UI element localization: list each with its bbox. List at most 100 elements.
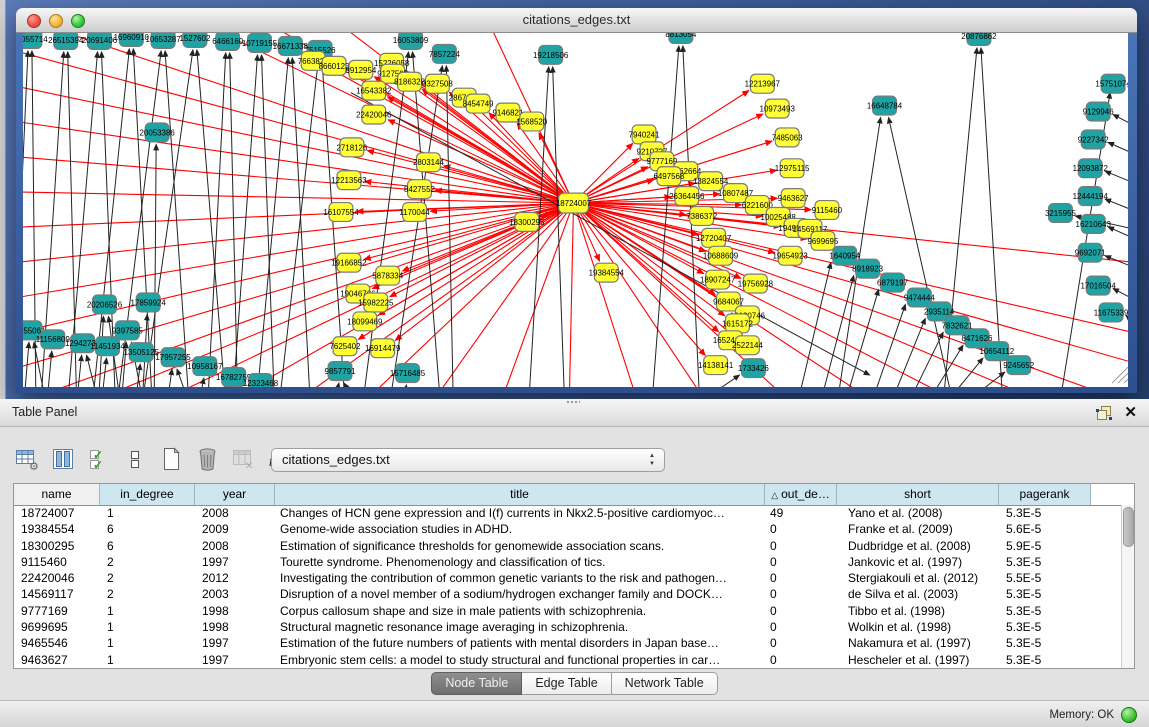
memory-status-light[interactable] [1121,707,1137,723]
table-row[interactable]: 1872400712008Changes of HCN gene express… [14,505,1122,521]
table-scrollbar[interactable] [1121,505,1134,668]
cell-pagerank[interactable]: 5.3E-5 [999,505,1091,521]
cell-year[interactable]: 2009 [195,521,275,537]
cell-pagerank[interactable]: 5.3E-5 [999,652,1091,668]
tab-edge-table[interactable]: Edge Table [522,672,611,695]
cell-name[interactable]: 9699695 [14,619,100,635]
cell-title[interactable]: Investigating the contribution of common… [275,570,765,586]
cell-pagerank[interactable]: 5.3E-5 [999,554,1091,570]
cell-in_degree[interactable]: 1 [100,652,195,668]
cell-name[interactable]: 14569117 [14,586,100,602]
cell-out_degree[interactable]: 0 [765,619,837,635]
cell-year[interactable]: 1998 [195,603,275,619]
cell-short[interactable]: Wolkin et al. (1998) [837,619,999,635]
scrollbar-thumb[interactable] [1123,507,1134,547]
cell-title[interactable]: Estimation of significance thresholds fo… [275,538,765,554]
cell-name[interactable]: 9463627 [14,652,100,668]
cell-year[interactable]: 1997 [195,652,275,668]
cell-title[interactable]: Tourette syndrome. Phenomenology and cla… [275,554,765,570]
canvas-resize-grip-icon[interactable] [1124,379,1128,383]
cell-short[interactable]: Stergiakouli et al. (2012) [837,570,999,586]
cell-name[interactable]: 18300295 [14,538,100,554]
cell-in_degree[interactable]: 1 [100,505,195,521]
cell-in_degree[interactable]: 1 [100,635,195,651]
table-body[interactable]: 1872400712008Changes of HCN gene express… [14,505,1122,668]
cell-out_degree[interactable]: 0 [765,554,837,570]
cell-year[interactable]: 2003 [195,586,275,602]
table-row[interactable]: 1938455462009Genome-wide association stu… [14,521,1122,537]
cell-out_degree[interactable]: 0 [765,652,837,668]
cell-name[interactable]: 19384554 [14,521,100,537]
cell-out_degree[interactable]: 0 [765,635,837,651]
tab-node-table[interactable]: Node Table [431,672,522,695]
cell-short[interactable]: Hescheler et al. (1997) [837,652,999,668]
node-table[interactable]: namein_degreeyeartitle△out_de…shortpager… [13,483,1135,669]
table-settings-icon[interactable]: ⚙ [14,446,41,473]
column-header-in_degree[interactable]: in_degree [100,484,195,505]
cell-title[interactable]: Estimation of the future numbers of pati… [275,635,765,651]
table-row[interactable]: 969969511998Structural magnetic resonanc… [14,619,1122,635]
column-header-pagerank[interactable]: pagerank [999,484,1091,505]
table-row[interactable]: 2242004622012Investigating the contribut… [14,570,1122,586]
cell-out_degree[interactable]: 0 [765,538,837,554]
network-canvas[interactable]: 1405571426515394206914061696091010653287… [23,33,1128,387]
cell-year[interactable]: 1997 [195,554,275,570]
cell-name[interactable]: 22420046 [14,570,100,586]
column-header-short[interactable]: short [837,484,999,505]
cell-short[interactable]: Franke et al. (2009) [837,521,999,537]
table-row[interactable]: 1830029562008Estimation of significance … [14,538,1122,554]
cell-short[interactable]: Dudbridge et al. (2008) [837,538,999,554]
cell-name[interactable]: 9115460 [14,554,100,570]
table-row[interactable]: 911546021997Tourette syndrome. Phenomeno… [14,554,1122,570]
splitter-grip-icon[interactable] [566,400,580,405]
cell-short[interactable]: Yano et al. (2008) [837,505,999,521]
column-visibility-icon[interactable] [50,446,77,473]
cell-title[interactable]: Structural magnetic resonance image aver… [275,619,765,635]
close-panel-icon[interactable]: ✕ [1124,403,1137,421]
float-panel-icon[interactable] [1097,406,1111,419]
network-window-titlebar[interactable]: citations_edges.txt [16,8,1137,33]
cell-in_degree[interactable]: 6 [100,538,195,554]
column-header-name[interactable]: name [14,484,100,505]
cell-title[interactable]: Genome-wide association studies in ADHD. [275,521,765,537]
cell-in_degree[interactable]: 1 [100,603,195,619]
cell-out_degree[interactable]: 0 [765,521,837,537]
cell-in_degree[interactable]: 2 [100,570,195,586]
select-rows-icon[interactable]: ✓✓ [86,446,113,473]
column-header-year[interactable]: year [195,484,275,505]
cell-in_degree[interactable]: 6 [100,521,195,537]
cell-pagerank[interactable]: 5.6E-5 [999,521,1091,537]
cell-pagerank[interactable]: 5.3E-5 [999,619,1091,635]
delete-rows-trash-icon[interactable] [194,446,221,473]
cell-name[interactable]: 9465546 [14,635,100,651]
cell-in_degree[interactable]: 2 [100,586,195,602]
clear-selection-icon[interactable] [122,446,149,473]
new-table-icon[interactable] [158,446,185,473]
cell-pagerank[interactable]: 5.3E-5 [999,603,1091,619]
cell-out_degree[interactable]: 0 [765,586,837,602]
cell-title[interactable]: Corpus callosum shape and size in male p… [275,603,765,619]
citation-network-graph[interactable]: 1405571426515394206914061696091010653287… [23,33,1128,387]
cell-name[interactable]: 18724007 [14,505,100,521]
cell-short[interactable]: de Silva et al. (2003) [837,586,999,602]
column-header-title[interactable]: title [275,484,765,505]
cell-year[interactable]: 2008 [195,505,275,521]
cell-title[interactable]: Embryonic stem cells: a model to study s… [275,652,765,668]
table-row[interactable]: 1456911722003Disruption of a novel membe… [14,586,1122,602]
cell-year[interactable]: 1998 [195,619,275,635]
cell-year[interactable]: 2012 [195,570,275,586]
cell-in_degree[interactable]: 1 [100,619,195,635]
cell-pagerank[interactable]: 5.3E-5 [999,586,1091,602]
cell-title[interactable]: Changes of HCN gene expression and I(f) … [275,505,765,521]
table-row[interactable]: 946554611997Estimation of the future num… [14,635,1122,651]
cell-out_degree[interactable]: 0 [765,603,837,619]
cell-year[interactable]: 1997 [195,635,275,651]
cell-pagerank[interactable]: 5.9E-5 [999,538,1091,554]
cell-title[interactable]: Disruption of a novel member of a sodium… [275,586,765,602]
cell-out_degree[interactable]: 49 [765,505,837,521]
tab-network-table[interactable]: Network Table [612,672,718,695]
cell-pagerank[interactable]: 5.3E-5 [999,635,1091,651]
table-row[interactable]: 946362711997Embryonic stem cells: a mode… [14,652,1122,668]
cell-name[interactable]: 9777169 [14,603,100,619]
table-row[interactable]: 977716911998Corpus callosum shape and si… [14,603,1122,619]
